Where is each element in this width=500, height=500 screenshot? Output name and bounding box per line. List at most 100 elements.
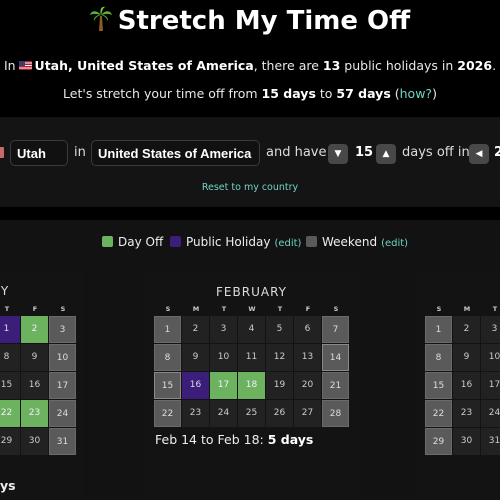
february-day-cell[interactable]: 1 [154,316,181,343]
holiday-summary: In Utah, United States of America, there … [3,58,497,73]
january-summary: ys [0,478,16,493]
how-link[interactable]: how? [400,86,432,101]
february-day-cell[interactable]: 15 [154,372,181,399]
february-day-cell[interactable]: 13 [294,344,321,371]
january-day-cell[interactable]: 9 [21,344,48,371]
january-day-cell[interactable]: 29 [0,428,20,455]
january-dow-label: T [4,305,10,313]
february-day-cell[interactable]: 10 [210,344,237,371]
january-day-cell[interactable]: 8 [0,344,20,371]
january-day-cell[interactable]: 31 [49,428,76,455]
previous-year-button[interactable]: ◀ [469,144,489,164]
february-dow-label: F [305,305,311,313]
january-day-cell[interactable]: 1 [0,316,20,343]
year-value: 2 [494,145,500,160]
march-day-cell[interactable]: 8 [425,344,452,371]
february-day-cell[interactable]: 9 [182,344,209,371]
triangle-down-icon: ▼ [334,149,342,159]
february-day-cell[interactable]: 2 [182,316,209,343]
january-day-cell[interactable]: 2 [21,316,48,343]
triangle-left-icon: ◀ [475,149,483,159]
february-day-cell[interactable]: 28 [322,400,349,427]
february-day-cell[interactable]: 25 [238,400,265,427]
february-dow-label: T [277,305,283,313]
february-dow-label: W [248,305,256,313]
march-day-cell[interactable]: 1 [425,316,452,343]
march-day-cell[interactable]: 23 [453,400,480,427]
february-day-cell[interactable]: 8 [154,344,181,371]
in-label: in [74,145,86,160]
january-day-cell[interactable]: 22 [0,400,20,427]
february-day-cell[interactable]: 4 [238,316,265,343]
february-summary: Feb 14 to Feb 18: 5 days [155,432,314,447]
february-day-cell[interactable]: 5 [266,316,293,343]
march-day-cell[interactable]: 2 [453,316,480,343]
march-day-cell[interactable]: 29 [425,428,452,455]
state-input[interactable]: Utah [10,140,68,166]
february-day-cell[interactable]: 6 [294,316,321,343]
february-day-cell[interactable]: 12 [266,344,293,371]
march-day-cell[interactable]: 31 [481,428,500,455]
march-day-cell[interactable]: 16 [453,372,480,399]
february-dow-label: T [221,305,227,313]
january-day-cell[interactable]: 10 [49,344,76,371]
edit-weekend-link[interactable]: (edit) [381,238,408,249]
january-day-cell[interactable]: 16 [21,372,48,399]
public-holiday-swatch [170,236,181,247]
february-day-cell[interactable]: 27 [294,400,321,427]
february-day-cell[interactable]: 24 [210,400,237,427]
country-input[interactable]: United States of America [91,140,260,166]
february-day-cell[interactable]: 23 [182,400,209,427]
legend-day-off: Day Off [102,235,163,251]
march-day-cell[interactable]: 30 [453,428,480,455]
day-off-swatch [102,236,113,247]
us-flag-icon [0,147,4,158]
february-dow-label: S [165,305,171,313]
days-off-in-label: days off in [402,145,470,160]
february-day-cell[interactable]: 11 [238,344,265,371]
edit-holidays-link[interactable]: (edit) [274,238,301,249]
february-day-cell[interactable]: 16 [182,372,209,399]
february-day-cell[interactable]: 22 [154,400,181,427]
february-day-cell[interactable]: 21 [322,372,349,399]
march-day-cell[interactable]: 9 [453,344,480,371]
march-day-cell[interactable]: 10 [481,344,500,371]
palm-tree-icon [89,6,112,31]
january-dow-label: F [32,305,38,313]
february-dow-label: M [192,305,200,313]
triangle-up-icon: ▲ [382,149,390,159]
february-day-cell[interactable]: 19 [266,372,293,399]
march-day-cell[interactable]: 24 [481,400,500,427]
march-day-cell[interactable]: 3 [481,316,500,343]
us-flag-icon [18,61,32,70]
decrease-days-button[interactable]: ▼ [328,144,348,164]
february-title: FEBRUARY [216,285,287,299]
page-title: Stretch My Time Off [0,6,500,36]
january-dow-label: S [60,305,66,313]
january-day-cell[interactable]: 23 [21,400,48,427]
february-day-cell[interactable]: 18 [238,372,265,399]
january-day-cell[interactable]: 3 [49,316,76,343]
january-day-cell[interactable]: 24 [49,400,76,427]
january-title: Y [0,284,10,298]
legend-public-holiday: Public Holiday (edit) [170,235,301,251]
march-day-cell[interactable]: 22 [425,400,452,427]
february-day-cell[interactable]: 17 [210,372,237,399]
january-day-cell[interactable]: 30 [21,428,48,455]
february-day-cell[interactable]: 7 [322,316,349,343]
stretch-summary: Let's stretch your time off from 15 days… [63,86,437,101]
increase-days-button[interactable]: ▲ [376,144,396,164]
february-day-cell[interactable]: 3 [210,316,237,343]
february-day-cell[interactable]: 26 [266,400,293,427]
reset-country-link[interactable]: Reset to my country [0,182,500,193]
january-day-cell[interactable]: 17 [49,372,76,399]
january-day-cell[interactable]: 15 [0,372,20,399]
march-day-cell[interactable]: 15 [425,372,452,399]
legend-weekend: Weekend (edit) [306,235,408,251]
february-day-cell[interactable]: 14 [322,344,349,371]
march-day-cell[interactable]: 17 [481,372,500,399]
february-dow-label: S [333,305,339,313]
march-dow-label: T [492,305,498,313]
february-day-cell[interactable]: 20 [294,372,321,399]
march-dow-label: S [436,305,442,313]
